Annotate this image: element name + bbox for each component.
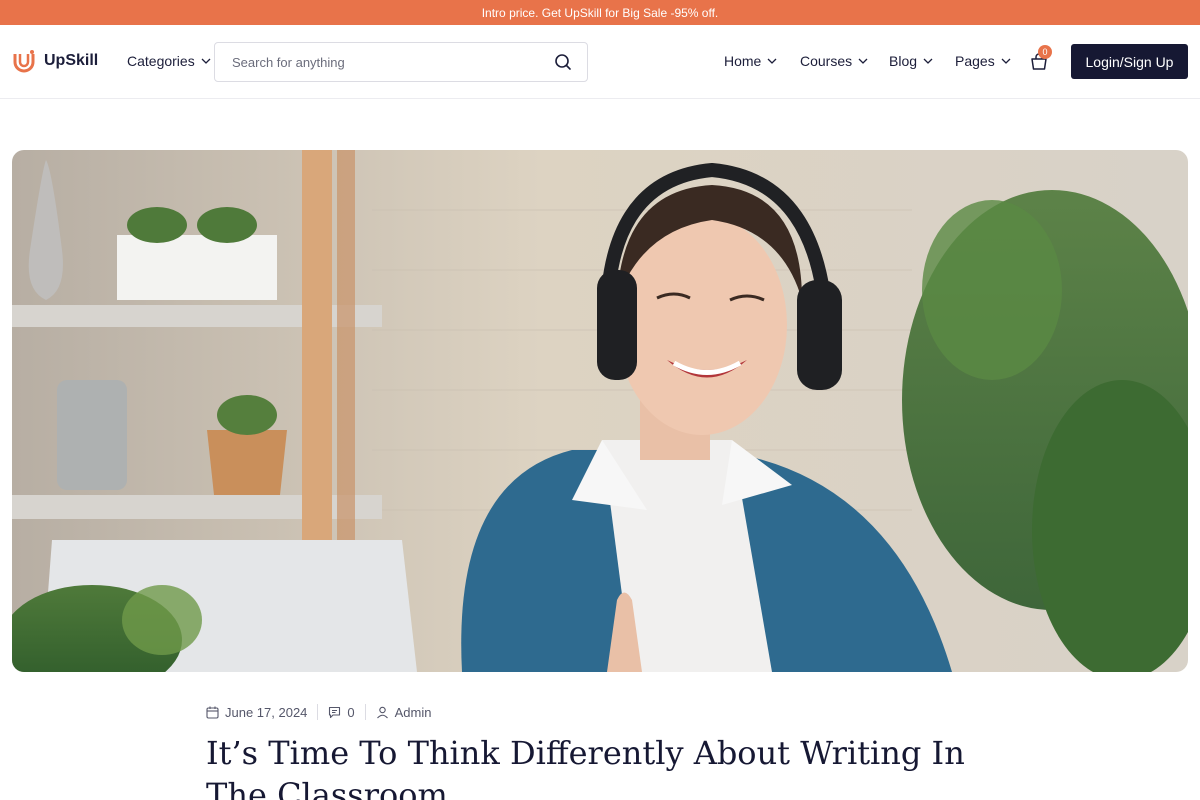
logo-text: UpSkill	[44, 52, 99, 69]
post-author[interactable]: Admin	[376, 705, 432, 720]
nav-courses-label: Courses	[800, 53, 853, 69]
post-date: June 17, 2024	[206, 705, 307, 720]
calendar-icon	[206, 706, 219, 719]
meta-divider	[317, 704, 319, 720]
chevron-down-icon	[201, 58, 211, 64]
nav-pages-label: Pages	[955, 53, 995, 69]
nav-home[interactable]: Home	[724, 53, 777, 69]
chevron-down-icon	[767, 58, 777, 64]
cart-count-badge: 0	[1038, 45, 1052, 59]
post-comments-count: 0	[347, 704, 355, 720]
nav-blog[interactable]: Blog	[889, 53, 933, 69]
login-signup-button[interactable]: Login/Sign Up	[1071, 44, 1188, 79]
user-icon	[376, 706, 388, 718]
chevron-down-icon	[858, 58, 868, 64]
site-header: UpSkill Categories Home Courses Blog Pag…	[0, 25, 1200, 99]
post-comments[interactable]: 0	[328, 704, 355, 720]
categories-label: Categories	[127, 53, 195, 69]
search-input[interactable]	[215, 43, 539, 81]
post-date-text: June 17, 2024	[225, 704, 308, 720]
chevron-down-icon	[923, 58, 933, 64]
meta-divider	[364, 704, 366, 720]
nav-courses[interactable]: Courses	[800, 53, 868, 69]
categories-dropdown[interactable]: Categories	[127, 53, 211, 69]
chevron-down-icon	[1001, 58, 1011, 64]
search-bar	[214, 42, 588, 82]
nav-pages[interactable]: Pages	[955, 53, 1011, 69]
post-author-name: Admin	[394, 704, 432, 720]
search-button[interactable]	[539, 43, 587, 81]
logo[interactable]: UpSkill	[12, 49, 98, 73]
comment-icon	[329, 706, 341, 718]
post-meta: June 17, 2024 0 Admin	[206, 704, 432, 720]
promo-text: Intro price. Get UpSkill for Big Sale -9…	[481, 5, 719, 20]
search-icon	[555, 54, 571, 70]
promo-bar: Intro price. Get UpSkill for Big Sale -9…	[0, 0, 1200, 25]
post-title: It’s Time To Think Differently About Wri…	[206, 734, 965, 800]
nav-blog-label: Blog	[889, 53, 918, 69]
hero-image	[12, 150, 1188, 672]
upskill-logo-icon	[13, 50, 35, 73]
nav-home-label: Home	[724, 53, 762, 69]
hero-photo-illustration	[12, 150, 1188, 672]
